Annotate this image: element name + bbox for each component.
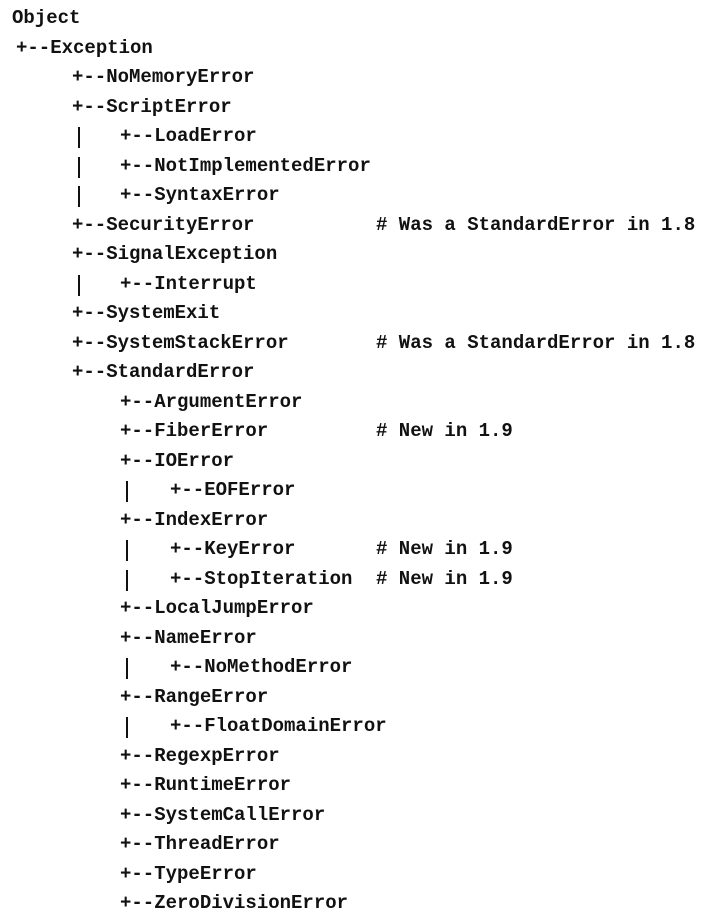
tree-line: +--ArgumentError: [0, 388, 711, 418]
tree-line: +--ThreadError: [0, 830, 711, 860]
class-name: +--ArgumentError: [120, 390, 303, 413]
class-name: +--NoMemoryError: [72, 66, 255, 88]
code-comment: # New in 1.9: [376, 538, 513, 560]
tree-branch-bar: [126, 540, 128, 561]
class-name: +--ZeroDivisionError: [120, 892, 349, 914]
tree-line: +--RegexpError: [0, 742, 711, 772]
class-name: +--SignalException: [72, 243, 278, 265]
tree-line: +--NoMethodError: [0, 653, 711, 683]
class-name: +--RegexpError: [120, 744, 280, 767]
class-name: +--ThreadError: [120, 833, 280, 855]
tree-line: +--StopIteration # New in 1.9: [0, 565, 711, 595]
tree-line: +--IOError: [0, 447, 711, 477]
tree-line: +--IndexError: [0, 506, 711, 536]
tree-line: +--EOFError: [0, 476, 711, 506]
class-name: +--TypeError: [120, 862, 257, 885]
tree-line: +--SyntaxError: [0, 181, 711, 211]
tree-branch-bar: [126, 658, 128, 679]
class-name: +--KeyError: [170, 538, 296, 560]
class-name: +--FloatDomainError: [170, 715, 387, 737]
tree-line: +--LocalJumpError: [0, 594, 711, 624]
class-name: +--IndexError: [120, 508, 269, 531]
code-comment: # Was a StandardError in 1.8: [376, 331, 696, 354]
code-comment: # New in 1.9: [376, 420, 513, 442]
class-name: +--EOFError: [170, 479, 296, 501]
tree-line: +--RangeError: [0, 683, 711, 713]
code-comment: # Was a StandardError in 1.8: [376, 213, 696, 236]
tree-line: +--ScriptError: [0, 93, 711, 123]
tree-line: +--FiberError # New in 1.9: [0, 417, 711, 447]
tree-line: +--Exception: [0, 34, 711, 64]
class-name: +--Interrupt: [120, 272, 257, 295]
class-name: +--SystemCallError: [120, 803, 326, 826]
tree-line: +--SignalException: [0, 240, 711, 270]
exception-hierarchy-tree: Object +--Exception +--NoMemoryError +--Scr…: [0, 4, 711, 919]
class-name: +--RangeError: [120, 685, 269, 708]
tree-line: +--SystemCallError: [0, 801, 711, 831]
tree-line: +--StandardError: [0, 358, 711, 388]
class-name: Object: [12, 7, 81, 29]
tree-line: +--LoadError: [0, 122, 711, 152]
tree-line: +--SecurityError # Was a StandardError in…: [0, 211, 711, 241]
tree-branch-bar: [126, 569, 128, 591]
class-name: +--SecurityError: [72, 213, 255, 236]
class-name: +--SystemStackError: [72, 331, 289, 354]
tree-line: +--SystemStackError # Was a StandardError…: [0, 329, 711, 359]
tree-line: +--NameError: [0, 624, 711, 654]
tree-line: +--ZeroDivisionError: [0, 889, 711, 919]
tree-line: +--TypeError: [0, 860, 711, 890]
class-name: +--IOError: [120, 449, 235, 472]
class-name: +--SyntaxError: [120, 184, 280, 206]
class-name: +--RuntimeError: [120, 774, 292, 796]
class-name: +--NotImplementedError: [120, 154, 371, 177]
tree-line: +--Interrupt: [0, 270, 711, 300]
tree-branch-bar: [78, 186, 80, 207]
class-name: +--LocalJumpError: [120, 597, 314, 619]
class-name: +--StopIteration: [170, 567, 353, 590]
tree-line: Object: [0, 4, 711, 34]
tree-line: +--SystemExit: [0, 299, 711, 329]
class-name: +--FiberError: [120, 420, 269, 442]
tree-branch-bar: [78, 127, 80, 148]
tree-branch-bar: [78, 156, 80, 178]
tree-line: +--NoMemoryError: [0, 63, 711, 93]
tree-branch-bar: [78, 274, 80, 296]
class-name: +--Exception: [16, 36, 153, 59]
tree-line: +--NotImplementedError: [0, 152, 711, 182]
code-comment: # New in 1.9: [376, 567, 513, 590]
tree-line: +--RuntimeError: [0, 771, 711, 801]
tree-branch-bar: [126, 481, 128, 502]
class-name: +--SystemExit: [72, 302, 221, 324]
class-name: +--StandardError: [72, 361, 255, 383]
class-name: +--ScriptError: [72, 95, 232, 118]
class-name: +--LoadError: [120, 125, 257, 147]
tree-branch-bar: [126, 717, 128, 738]
class-name: +--NameError: [120, 626, 257, 649]
tree-line: +--FloatDomainError: [0, 712, 711, 742]
class-name: +--NoMethodError: [170, 656, 353, 678]
tree-line: +--KeyError # New in 1.9: [0, 535, 711, 565]
